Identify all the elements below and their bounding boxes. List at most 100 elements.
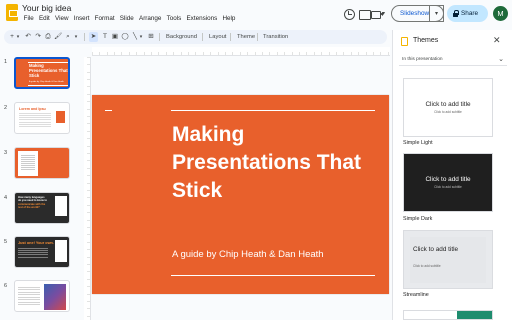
theme-name: Simple Light <box>403 140 433 146</box>
slide-thumbnail-2[interactable]: Lorem and Ipsu <box>14 102 70 134</box>
app-header: Your big idea File Edit View Insert Form… <box>0 0 512 29</box>
layout-button[interactable]: Layout <box>209 32 226 42</box>
thumb-title: Lorem and Ipsu <box>19 107 46 111</box>
thumb-image <box>56 111 65 123</box>
menu-arrange[interactable]: Arrange <box>136 15 164 22</box>
themes-panel-icon <box>401 37 408 46</box>
theme-source-dropdown[interactable]: In this presentation ⌄ <box>399 54 507 66</box>
theme-button[interactable]: Theme <box>237 32 255 42</box>
theme-placeholder-title: Click to add title <box>425 176 471 183</box>
thumb-title: Just one! Your own. <box>18 241 54 245</box>
menu-file[interactable]: File <box>21 15 36 22</box>
themes-panel-title: Themes <box>413 37 439 44</box>
slides-logo-icon[interactable] <box>6 4 18 21</box>
thumb-rule <box>28 85 68 86</box>
lock-icon <box>452 10 460 17</box>
thumb-card <box>18 151 38 176</box>
share-label: Share <box>461 10 479 17</box>
thumb-text-lines <box>18 287 40 305</box>
slide-bottom-rule <box>171 275 375 277</box>
print-icon[interactable]: ⎙ <box>44 32 52 42</box>
slide-number: 6 <box>4 283 8 289</box>
toolbar-divider <box>159 33 160 41</box>
text-box-icon[interactable]: T <box>101 32 109 42</box>
toolbar-divider <box>202 33 203 41</box>
theme-placeholder-subtitle: Click to add subtitle <box>434 110 462 114</box>
theme-placeholder-subtitle: Click to add subtitle <box>413 264 441 268</box>
share-button[interactable]: Share <box>447 5 488 22</box>
menu-tools[interactable]: Tools <box>164 15 184 22</box>
chevron-down-icon: ⌄ <box>498 56 504 63</box>
thumb-highlight: communicate with the rest of the world? <box>18 203 46 209</box>
menu-edit[interactable]: Edit <box>36 15 52 22</box>
slide-accent-line <box>105 110 112 112</box>
theme-source-label: In this presentation <box>402 57 443 62</box>
slide-title[interactable]: Making Presentations That Stick <box>172 121 377 205</box>
menu-view[interactable]: View <box>52 15 71 22</box>
slide-filmstrip: 1 Making Presentations That Stick A guid… <box>0 50 78 320</box>
slide-thumbnail-5[interactable]: Just one! Your own. <box>14 236 70 268</box>
theme-placeholder-title: Click to add title <box>413 246 459 253</box>
horizontal-ruler[interactable] <box>92 47 390 56</box>
slide-thumbnail-1[interactable]: Making Presentations That Stick A guide … <box>14 57 70 89</box>
toolbar: + ▾ ↶ ↷ ⎙ 🖌 ⌕ ▾ ➤ T ▣ ◯ ╲ ▾ ⊞ Background… <box>4 30 387 44</box>
thumb-image <box>44 284 66 310</box>
themes-panel: Themes ✕ In this presentation ⌄ Click to… <box>392 30 512 320</box>
theme-simple-dark[interactable]: Click to add title Click to add subtitle <box>403 153 493 212</box>
redo-icon[interactable]: ↷ <box>34 32 42 42</box>
new-slide-chevron-icon[interactable]: ▾ <box>15 32 21 42</box>
slide-number: 5 <box>4 239 8 245</box>
slide-number: 3 <box>4 150 8 156</box>
slide-number: 2 <box>4 105 8 111</box>
comments-icon[interactable] <box>358 8 371 20</box>
theme-name: Streamline <box>403 292 429 298</box>
undo-icon[interactable]: ↶ <box>24 32 32 42</box>
menu-format[interactable]: Format <box>92 15 117 22</box>
avatar[interactable]: M <box>493 6 508 21</box>
theme-name: Simple Dark <box>403 216 433 222</box>
slide-subtitle[interactable]: A guide by Chip Heath & Dan Heath <box>172 249 324 260</box>
slide-thumbnail-6[interactable] <box>14 280 70 312</box>
menu-insert[interactable]: Insert <box>71 15 92 22</box>
slide-number: 1 <box>4 59 8 65</box>
theme-inner-frame <box>410 237 486 283</box>
menu-slide[interactable]: Slide <box>117 15 136 22</box>
menu-help[interactable]: Help <box>220 15 238 22</box>
theme-simple-light[interactable]: Click to add title Click to add subtitle <box>403 78 493 137</box>
document-title[interactable]: Your big idea <box>22 3 71 13</box>
paint-format-icon[interactable]: 🖌 <box>54 32 62 42</box>
thumb-title: Making Presentations That Stick <box>29 63 68 78</box>
slide-thumbnail-4[interactable]: How many languages do you need to know t… <box>14 192 70 224</box>
close-icon[interactable]: ✕ <box>493 35 501 46</box>
menu-extensions[interactable]: Extensions <box>184 15 220 22</box>
thumb-card <box>55 196 67 216</box>
background-button[interactable]: Background <box>166 32 197 42</box>
theme-streamline[interactable]: Click to add title Click to add subtitle <box>403 230 493 289</box>
toolbar-divider <box>257 33 258 41</box>
toolbar-divider <box>84 33 85 41</box>
meet-chevron-down-icon[interactable]: ▾ <box>382 8 385 20</box>
vertical-ruler[interactable] <box>84 57 91 320</box>
menu-bar: File Edit View Insert Format Slide Arran… <box>21 15 238 22</box>
slide-top-rule <box>171 110 375 112</box>
zoom-icon[interactable]: ⌕ <box>64 32 72 42</box>
theme-placeholder-title: Click to add title <box>425 101 471 108</box>
shape-icon[interactable]: ◯ <box>121 32 129 42</box>
thumb-text-lines <box>18 248 48 258</box>
current-slide[interactable]: Making Presentations That Stick A guide … <box>92 95 389 294</box>
slide-thumbnail-3[interactable] <box>14 147 70 179</box>
thumb-subtitle: A guide by Chip Heath & Dan Heath <box>29 81 64 83</box>
comment-add-icon[interactable]: ⊞ <box>147 32 155 42</box>
image-icon[interactable]: ▣ <box>111 32 119 42</box>
toolbar-divider <box>230 33 231 41</box>
theme-placeholder-subtitle: Click to add subtitle <box>434 185 462 189</box>
theme-next-preview[interactable] <box>403 310 493 320</box>
thumb-text-lines <box>19 113 51 127</box>
select-cursor-icon[interactable]: ➤ <box>89 32 98 42</box>
thumb-card <box>55 240 67 262</box>
transition-button[interactable]: Transition <box>263 32 288 42</box>
slide-number: 4 <box>4 195 8 201</box>
line-chevron-icon[interactable]: ▾ <box>138 32 144 42</box>
zoom-chevron-icon[interactable]: ▾ <box>73 32 79 42</box>
version-history-icon[interactable] <box>343 8 355 20</box>
